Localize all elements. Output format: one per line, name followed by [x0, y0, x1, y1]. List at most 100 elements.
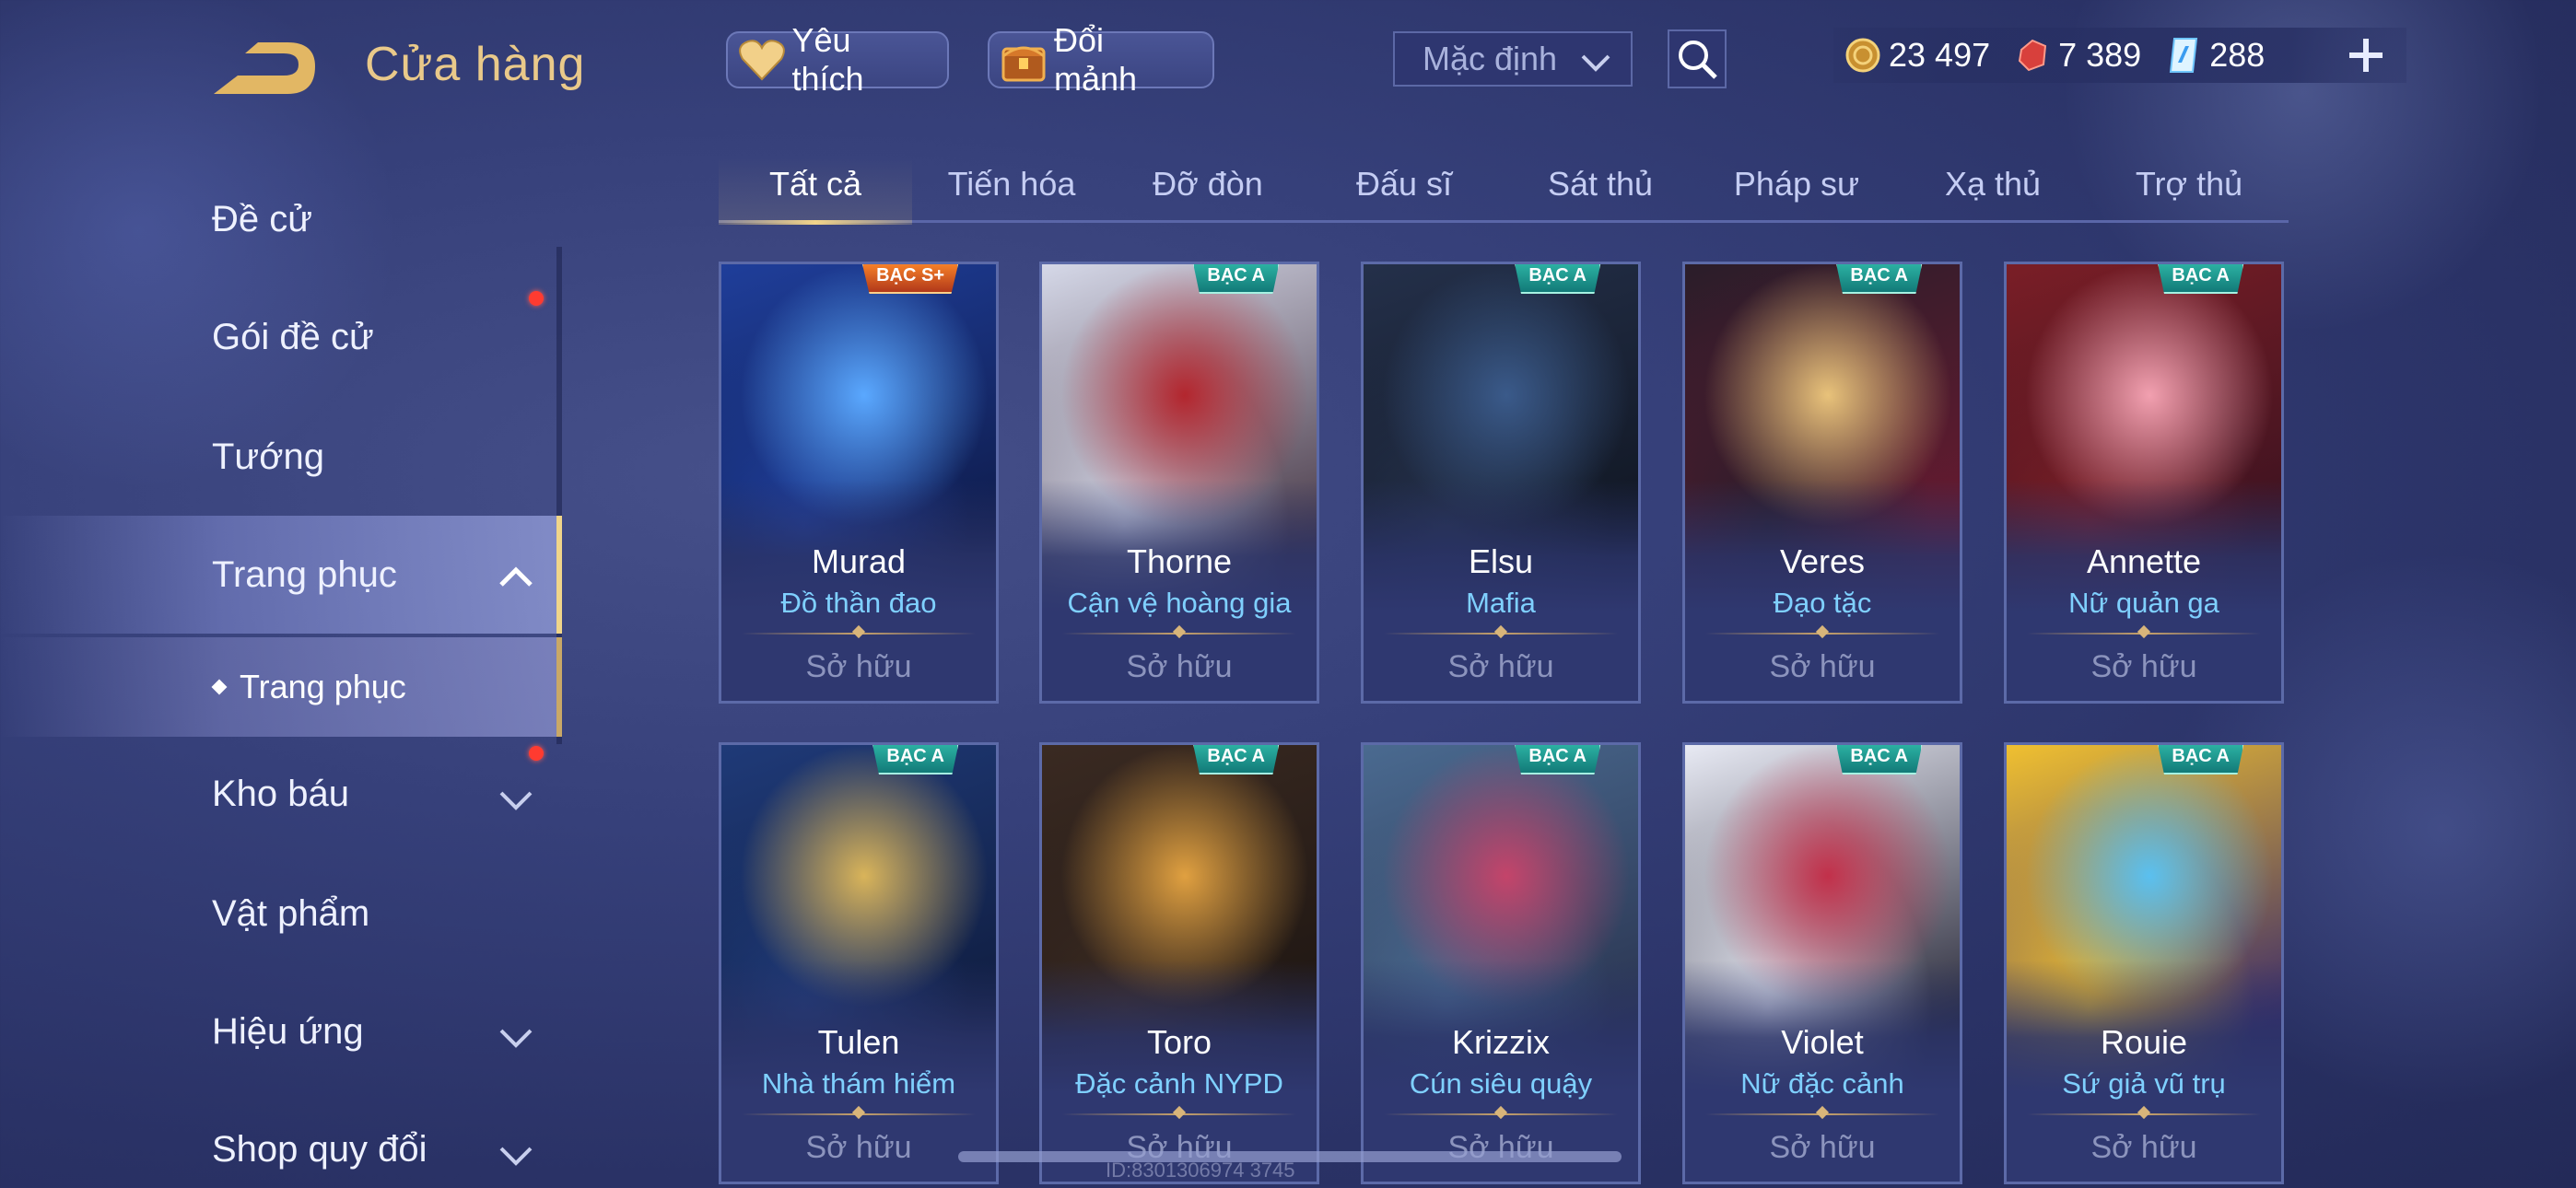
tab-tank[interactable]: Đỡ đòn — [1111, 157, 1305, 223]
gold-coin-balance: 23 497 — [1844, 35, 1990, 76]
owned-status: Sở hữu — [2090, 649, 2197, 684]
skin-card[interactable]: BẠC A Thorne Cận vệ hoàng gia Sở hữu — [1039, 262, 1319, 704]
skin-card[interactable]: BẠC A Elsu Mafia Sở hữu — [1361, 262, 1641, 704]
red-gem-balance: 7 389 — [2014, 35, 2141, 76]
favorite-button[interactable]: Yêu thích — [726, 21, 949, 98]
skin-name: Cận vệ hoàng gia — [1067, 587, 1292, 619]
sidebar-item-skins[interactable]: Trang phục — [0, 516, 562, 634]
hero-name: Toro — [1146, 1023, 1212, 1061]
rank-badge: BẠC S+ — [861, 264, 959, 294]
sidebar-item-label: Đề cử — [212, 198, 313, 239]
back-button[interactable] — [210, 39, 321, 98]
top-up-button[interactable] — [2346, 35, 2386, 76]
sidebar-item-label: Shop quy đổi — [212, 1128, 427, 1170]
skin-card[interactable]: BẠC A Tulen Nhà thám hiểm Sở hữu — [719, 742, 999, 1184]
sidebar-item-label: Hiệu ứng — [212, 1010, 364, 1052]
sidebar-item-label: Kho báu — [212, 773, 350, 814]
skin-name: Đồ thần đao — [780, 587, 937, 619]
rank-badge: BẠC A — [872, 745, 959, 775]
skin-name: Nữ đặc cảnh — [1740, 1067, 1904, 1100]
plus-icon — [2349, 39, 2383, 72]
red-gem-icon — [2014, 35, 2051, 76]
owned-status: Sở hữu — [1769, 1130, 1876, 1165]
divider — [1384, 633, 1618, 635]
chevron-up-icon — [498, 558, 534, 600]
owned-status: Sở hữu — [1447, 649, 1554, 684]
skin-name: Sứ giả vũ trụ — [2062, 1067, 2226, 1100]
skin-card[interactable]: BẠC A Annette Nữ quản ga Sở hữu — [2004, 262, 2284, 704]
red-gem-value: 7 389 — [2058, 36, 2142, 74]
category-tabs: Tất cả Tiến hóa Đỡ đòn Đấu sĩ Sát thủ Ph… — [719, 157, 2289, 225]
notification-dot — [529, 291, 544, 306]
skin-name: Nhà thám hiểm — [761, 1067, 956, 1100]
sidebar-subitem-skins[interactable]: Trang phục — [0, 637, 562, 737]
sidebar-item-recommended[interactable]: Đề cử — [0, 160, 562, 278]
exchange-label: Đổi mảnh — [1053, 21, 1138, 98]
divider — [742, 633, 976, 635]
sidebar-item-items[interactable]: Vật phẩm — [0, 855, 562, 973]
hero-name: Tulen — [817, 1023, 900, 1061]
exchange-fragments-button[interactable]: Đổi mảnh — [988, 21, 1214, 98]
favorite-label: Yêu thích — [791, 21, 864, 98]
skin-card[interactable]: BẠC A Rouie Sứ giả vũ trụ Sở hữu — [2004, 742, 2284, 1184]
sidebar-item-label: Trang phục — [212, 553, 397, 595]
rank-badge: BẠC A — [2157, 745, 2244, 775]
sort-value: Mặc định — [1423, 40, 1558, 77]
divider — [1384, 1113, 1618, 1115]
skin-card[interactable]: BẠC A Krizzix Cún siêu quậy Sở hữu — [1361, 742, 1641, 1184]
tab-all[interactable]: Tất cả — [719, 157, 912, 225]
player-uid: ID:8301306974 3745 — [1106, 1159, 1295, 1182]
tab-marksman[interactable]: Xạ thủ — [1896, 157, 2090, 223]
diamond-bullet-icon — [211, 679, 228, 695]
tab-mage[interactable]: Pháp sư — [1700, 157, 1893, 223]
skin-card[interactable]: BẠC A Veres Đạo tặc Sở hữu — [1682, 262, 1962, 704]
tab-assassin[interactable]: Sát thủ — [1504, 157, 1697, 223]
chevron-down-icon — [1579, 46, 1612, 85]
search-button[interactable] — [1668, 29, 1727, 88]
skin-name: Cún siêu quậy — [1409, 1067, 1593, 1100]
hero-name: Annette — [2086, 542, 2202, 580]
divider — [1062, 1113, 1296, 1115]
sidebar-item-label: Vật phẩm — [212, 892, 370, 934]
rank-badge: BẠC A — [1192, 745, 1280, 775]
divider — [1062, 633, 1296, 635]
heart-icon — [737, 35, 786, 85]
sidebar-item-exchange-shop[interactable]: Shop quy đổi — [0, 1090, 562, 1188]
gold-coin-value: 23 497 — [1889, 36, 1991, 74]
owned-status: Sở hữu — [2090, 1130, 2197, 1165]
hero-name: Veres — [1779, 542, 1866, 580]
currency-bar: 23 497 7 389 288 — [1833, 28, 2406, 83]
tab-support[interactable]: Trợ thủ — [2092, 157, 2286, 223]
hero-name: Violet — [1781, 1023, 1864, 1061]
page-title: Cửa hàng — [365, 38, 586, 91]
hero-name: Krizzix — [1452, 1023, 1550, 1061]
sidebar-item-effects[interactable]: Hiệu ứng — [0, 973, 562, 1090]
skin-name: Đặc cảnh NYPD — [1075, 1067, 1283, 1100]
sidebar-item-label: Tướng — [212, 436, 324, 477]
notification-dot — [529, 746, 544, 761]
skin-card[interactable]: BẠC S+ Murad Đồ thần đao Sở hữu — [719, 262, 999, 704]
sidebar-item-treasure[interactable]: Kho báu — [0, 735, 562, 853]
chevron-down-icon — [498, 781, 534, 822]
sidebar-item-recommended-bundles[interactable]: Gói đề cử — [0, 278, 562, 396]
voucher-value: 288 — [2209, 36, 2266, 74]
search-icon — [1679, 41, 1717, 79]
back-arrow-icon — [214, 42, 315, 94]
rank-badge: BẠC A — [1192, 264, 1280, 294]
divider — [1705, 1113, 1939, 1115]
sidebar-subitem-label: Trang phục — [240, 668, 406, 705]
skin-card[interactable]: BẠC A Violet Nữ đặc cảnh Sở hữu — [1682, 742, 1962, 1184]
treasure-chest-icon — [999, 35, 1048, 85]
hero-name: Thorne — [1126, 542, 1233, 580]
skin-name: Mafia — [1466, 587, 1536, 619]
rank-badge: BẠC A — [1835, 264, 1923, 294]
rank-badge: BẠC A — [2157, 264, 2244, 294]
sidebar-item-heroes[interactable]: Tướng — [0, 398, 562, 516]
sort-dropdown[interactable]: Mặc định — [1393, 31, 1633, 87]
tab-fighter[interactable]: Đấu sĩ — [1307, 157, 1501, 223]
rank-badge: BẠC A — [1514, 264, 1601, 294]
chevron-down-icon — [498, 1019, 534, 1060]
divider — [2027, 1113, 2261, 1115]
skin-card[interactable]: BẠC A Toro Đặc cảnh NYPD Sở hữu — [1039, 742, 1319, 1184]
tab-evolution[interactable]: Tiến hóa — [915, 157, 1108, 223]
